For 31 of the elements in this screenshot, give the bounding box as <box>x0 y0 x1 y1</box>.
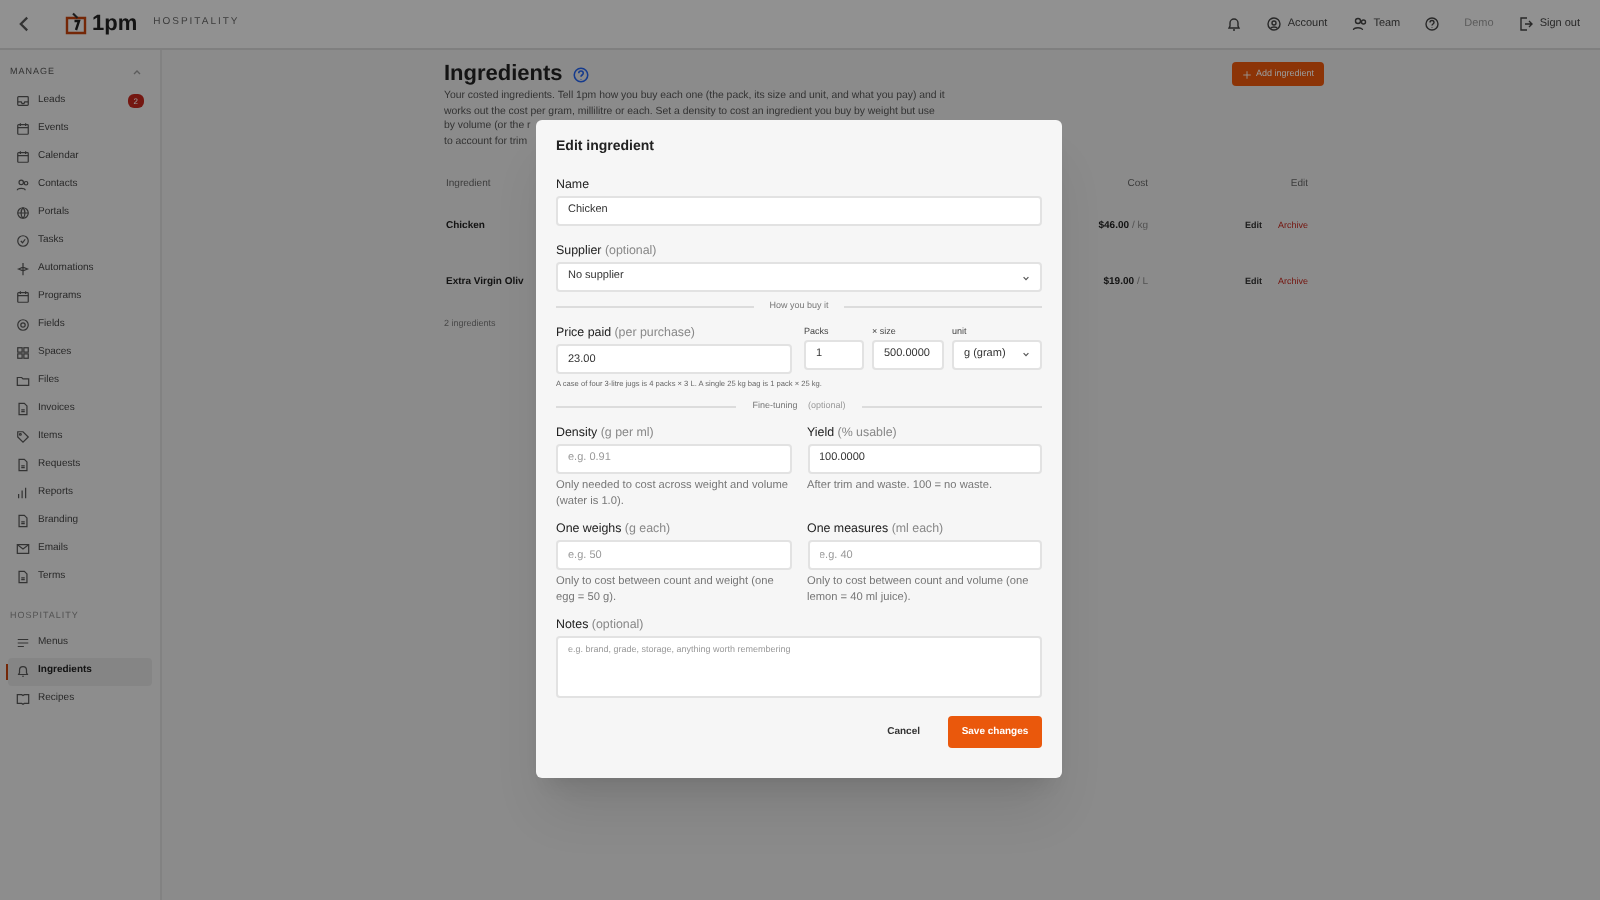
bar-chart-icon <box>16 486 30 501</box>
lines-icon <box>16 636 30 650</box>
logo-icon <box>64 12 88 36</box>
check-circle-icon <box>16 234 30 249</box>
calendar-icon <box>16 150 30 165</box>
back-icon[interactable] <box>16 16 32 32</box>
document-icon <box>16 402 30 417</box>
plus-icon <box>1241 69 1252 79</box>
document-icon <box>16 570 30 585</box>
document-icon <box>16 514 30 529</box>
help-icon[interactable] <box>1424 16 1441 32</box>
account-icon <box>1265 16 1282 32</box>
bell-icon <box>16 664 30 678</box>
sign-out-icon <box>1517 16 1534 32</box>
book-icon <box>16 692 30 706</box>
document-icon <box>16 458 30 473</box>
grid-icon <box>16 346 30 361</box>
page-title: Ingredients <box>444 62 563 88</box>
calendar-icon <box>16 122 30 137</box>
globe-icon <box>16 206 30 221</box>
bell-icon[interactable] <box>1225 16 1242 32</box>
people-icon <box>16 178 30 193</box>
tag-icon <box>16 430 30 445</box>
calendar-icon <box>16 290 30 305</box>
brand-name: 1pm <box>92 9 138 40</box>
people-icon <box>1351 16 1368 32</box>
mail-icon <box>16 542 30 557</box>
inbox-icon <box>16 94 30 109</box>
help-icon <box>572 66 591 84</box>
folder-icon <box>16 374 30 389</box>
gear-icon <box>16 318 30 333</box>
